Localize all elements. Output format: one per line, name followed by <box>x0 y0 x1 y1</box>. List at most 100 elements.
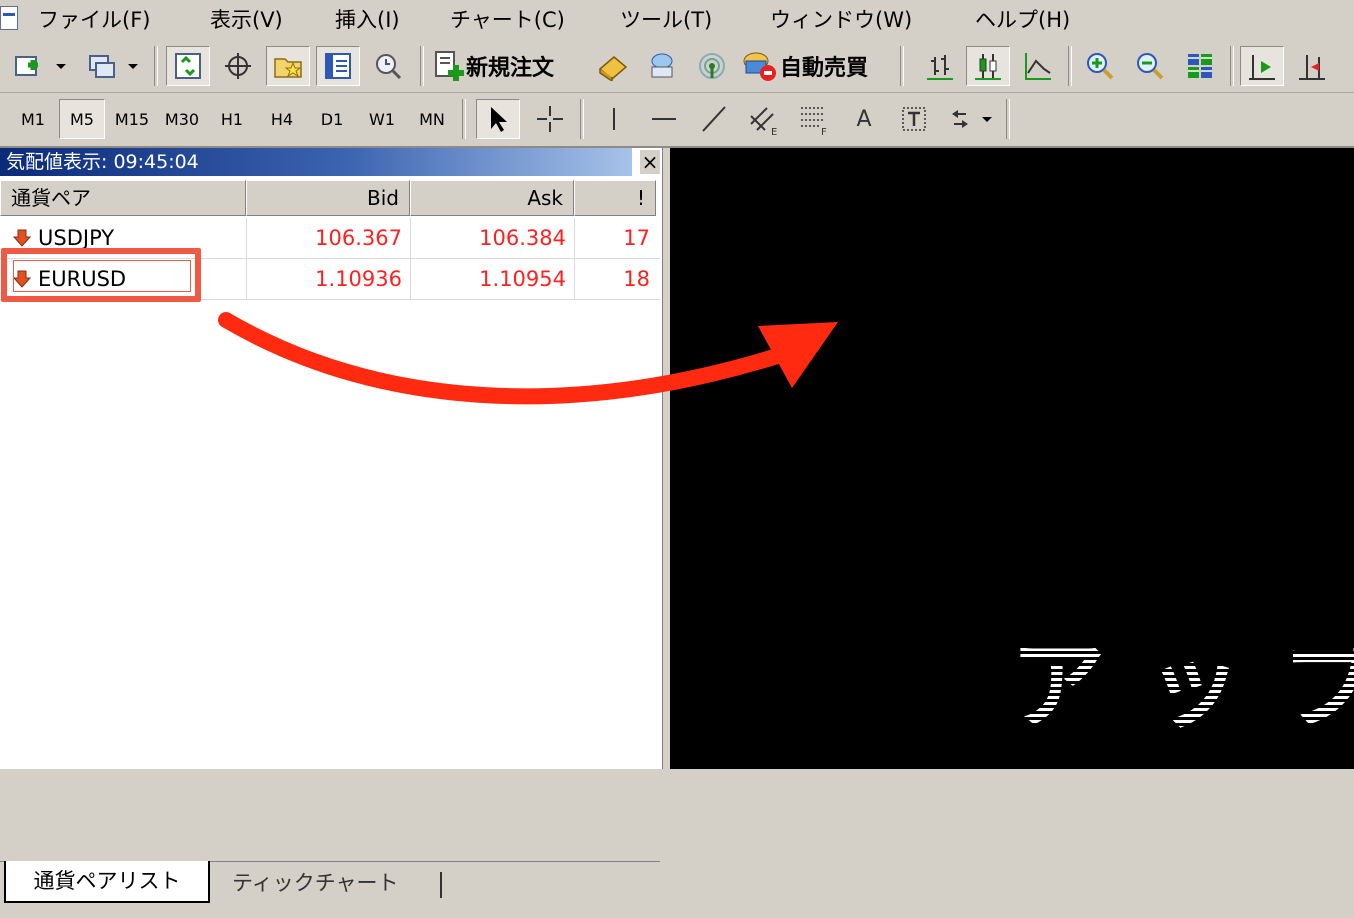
tile-windows-button[interactable] <box>1178 46 1222 86</box>
tab-tick-chart[interactable]: ティックチャート <box>232 866 399 900</box>
auto-trading-label: 自動売買 <box>780 56 869 81</box>
line-chart-icon <box>1025 53 1051 80</box>
vertical-line-button[interactable] <box>592 99 636 139</box>
global-variables-button[interactable] <box>640 46 684 86</box>
crosshair-icon <box>537 106 563 132</box>
svg-text:E: E <box>771 127 777 136</box>
profiles-button[interactable] <box>82 46 142 86</box>
toolbar-separator <box>900 46 904 86</box>
app-icon[interactable] <box>0 6 18 30</box>
text-label-icon <box>902 107 926 131</box>
toolbar-separator <box>1006 99 1010 139</box>
channel-icon: E <box>750 107 777 136</box>
crosshair-icon <box>225 53 251 79</box>
data-window-button[interactable] <box>216 46 260 86</box>
bar-chart-button[interactable] <box>918 46 962 86</box>
fibonacci-button[interactable]: F <box>792 99 836 139</box>
menu-tools[interactable]: ツール(T) <box>620 6 712 34</box>
candlestick-icon <box>975 54 1001 80</box>
history-center-button[interactable] <box>590 46 634 86</box>
vertical-line-icon <box>613 108 615 130</box>
timeframe-w1[interactable]: W1 <box>359 99 405 139</box>
magnifier-clock-icon <box>376 54 402 80</box>
toolbar-separator <box>420 46 424 86</box>
tab-symbols[interactable]: 通貨ペアリスト <box>4 861 210 903</box>
tab-divider <box>440 872 442 898</box>
timeframe-mn[interactable]: MN <box>409 99 455 139</box>
new-chart-button[interactable] <box>10 46 70 86</box>
cursor-arrow-icon <box>491 107 507 132</box>
new-order-button[interactable]: 新規注文 <box>432 46 580 86</box>
terminal-button[interactable] <box>316 46 360 86</box>
signals-button[interactable] <box>690 46 734 86</box>
chart-shift-button[interactable] <box>1290 46 1334 86</box>
candlestick-button[interactable] <box>966 46 1010 86</box>
tile-windows-icon <box>1188 54 1212 78</box>
arrows-dropdown-button[interactable] <box>944 99 998 139</box>
column-header-symbol[interactable]: 通貨ペア <box>0 180 246 216</box>
market-watch-tabs: 通貨ペアリスト ティックチャート <box>0 861 660 918</box>
menu-chart[interactable]: チャート(C) <box>450 6 565 34</box>
timeframe-m5[interactable]: M5 <box>59 99 105 139</box>
auto-trading-button[interactable]: 自動売買 <box>740 46 886 86</box>
spread-cell: 17 <box>574 218 658 258</box>
chart-window[interactable]: アップ <box>670 148 1354 769</box>
auto-scroll-button[interactable] <box>1240 46 1284 86</box>
timeframe-toolbar: M1 M5 M15 M30 H1 H4 D1 W1 MN E F A <box>0 93 1354 148</box>
radio-signal-icon <box>699 53 725 79</box>
menu-help[interactable]: ヘルプ(H) <box>975 6 1070 34</box>
ask-cell: 1.10954 <box>410 259 574 299</box>
cursor-tool-button[interactable] <box>476 99 520 139</box>
zoom-out-icon <box>1137 53 1164 80</box>
book-icon <box>598 56 628 81</box>
bar-chart-icon <box>927 55 953 80</box>
zoom-out-button[interactable] <box>1128 46 1172 86</box>
toolbar-separator <box>1230 46 1234 86</box>
fibonacci-icon: F <box>801 107 827 136</box>
zoom-in-button[interactable] <box>1078 46 1122 86</box>
timeframe-m15[interactable]: M15 <box>109 99 155 139</box>
menu-bar: ファイル(F) 表示(V) 挿入(I) チャート(C) ツール(T) ウィンドウ… <box>0 0 1354 41</box>
auto-trading-icon <box>743 52 776 81</box>
svg-text:F: F <box>821 127 827 136</box>
timeframe-h4[interactable]: H4 <box>259 99 305 139</box>
menu-window[interactable]: ウィンドウ(W) <box>770 6 912 34</box>
market-watch-icon <box>175 53 201 79</box>
crosshair-tool-button[interactable] <box>528 99 572 139</box>
market-watch-panel: 気配値表示: 09:45:04 × 通貨ペア Bid Ask ! USDJPY … <box>0 148 663 918</box>
toolbar-separator <box>462 99 466 139</box>
highlight-box <box>1 248 201 302</box>
line-chart-button[interactable] <box>1016 46 1060 86</box>
timeframe-d1[interactable]: D1 <box>309 99 355 139</box>
menu-insert[interactable]: 挿入(I) <box>335 6 400 34</box>
strategy-tester-button[interactable] <box>366 46 410 86</box>
trendline-button[interactable] <box>692 99 736 139</box>
chart-overlay-text: アップ <box>1010 608 1354 747</box>
new-order-icon <box>435 51 464 81</box>
toolbar-separator <box>580 99 584 139</box>
close-icon[interactable]: × <box>640 150 660 174</box>
bid-cell: 1.10936 <box>246 259 410 299</box>
bid-cell: 106.367 <box>246 218 410 258</box>
text-tool-button[interactable]: A <box>842 99 886 139</box>
navigator-button[interactable] <box>266 46 310 86</box>
horizontal-line-button[interactable] <box>642 99 686 139</box>
text-label-button[interactable] <box>892 99 936 139</box>
column-header-ask[interactable]: Ask <box>410 180 574 216</box>
column-header-spread[interactable]: ! <box>574 180 656 216</box>
menu-file[interactable]: ファイル(F) <box>38 6 150 34</box>
new-chart-icon <box>15 56 66 76</box>
market-watch-button[interactable] <box>166 46 210 86</box>
column-header-bid[interactable]: Bid <box>246 180 410 216</box>
terminal-icon <box>325 53 351 79</box>
folder-star-icon <box>274 58 302 78</box>
timeframe-h1[interactable]: H1 <box>209 99 255 139</box>
menu-view[interactable]: 表示(V) <box>210 6 283 34</box>
timeframe-m30[interactable]: M30 <box>159 99 205 139</box>
ask-cell: 106.384 <box>410 218 574 258</box>
toolbar-separator <box>154 46 158 86</box>
zoom-in-icon <box>1087 53 1114 80</box>
toolbar-separator <box>1068 46 1072 86</box>
timeframe-m1[interactable]: M1 <box>10 99 56 139</box>
equidistant-channel-button[interactable]: E <box>742 99 786 139</box>
